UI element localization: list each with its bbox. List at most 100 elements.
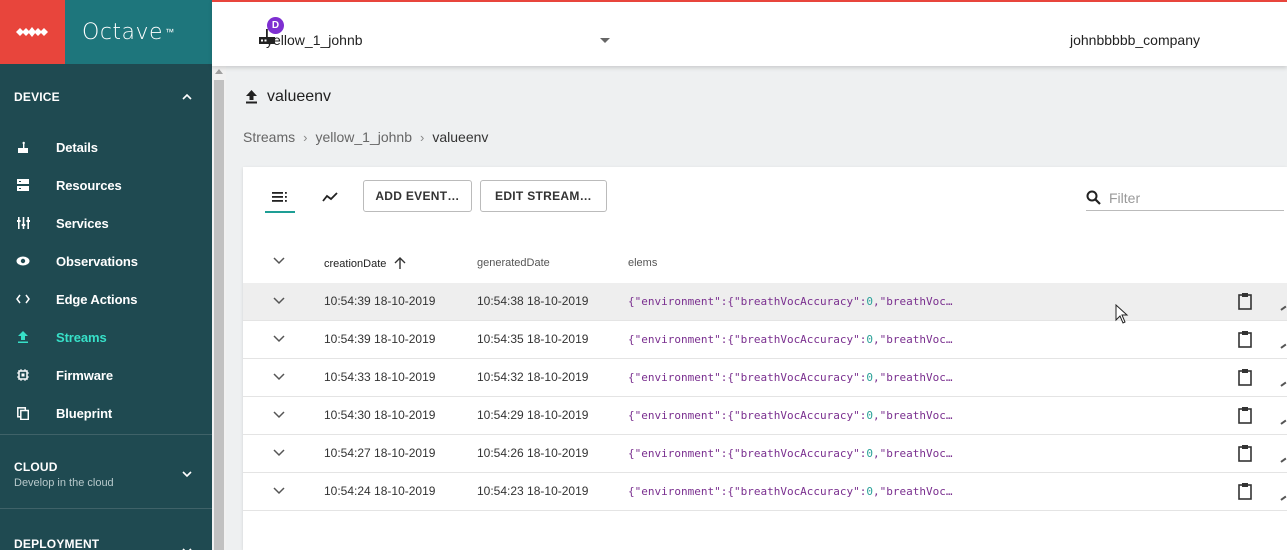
clipboard-icon[interactable]	[1238, 292, 1252, 310]
section-deployment[interactable]: DEPLOYMENT	[0, 534, 212, 550]
row-action-edge[interactable]	[1280, 419, 1287, 427]
table-row[interactable]: 10:54:24 18-10-2019 10:54:23 18-10-2019 {"…	[243, 473, 1287, 511]
elems-json-end: ,"breathVoc…	[873, 295, 953, 308]
section-cloud[interactable]: CLOUD Develop in the cloud	[0, 456, 212, 492]
cell-creation-date: 10:54:24 18-10-2019	[324, 484, 436, 498]
filter-field[interactable]	[1086, 185, 1284, 211]
row-action-edge[interactable]	[1280, 381, 1287, 389]
topbar: D yellow_1_johnb johnbbbbb_company	[212, 0, 1287, 66]
breadcrumb-streams[interactable]: Streams	[243, 129, 295, 145]
cell-creation-date: 10:54:39 18-10-2019	[324, 332, 436, 346]
row-action-edge[interactable]	[1280, 343, 1287, 351]
sidebar-item-label: Services	[56, 215, 109, 231]
sidebar-item-resources[interactable]: Resources	[0, 166, 212, 204]
sidebar-item-firmware[interactable]: Firmware	[0, 356, 212, 394]
expand-all-chevron-icon[interactable]	[273, 257, 285, 265]
logo-bar: Octave ™	[0, 0, 212, 64]
chevron-right-icon: ›	[420, 129, 425, 145]
tune-icon	[16, 216, 30, 230]
company-name[interactable]: johnbbbbb_company	[1070, 32, 1200, 48]
mouse-cursor-icon	[1115, 304, 1129, 324]
app-logo-text: Octave	[82, 19, 164, 45]
chip-icon	[16, 368, 30, 382]
device-name[interactable]: yellow_1_johnb	[266, 32, 363, 48]
column-header-creation-date[interactable]: creationDate	[324, 257, 406, 270]
table-row[interactable]: 10:54:39 18-10-2019 10:54:35 18-10-2019 {"…	[243, 321, 1287, 359]
page-title: valueenv	[267, 88, 332, 105]
add-event-button[interactable]: ADD EVENT…	[363, 180, 472, 212]
elems-json-start: {"environment":{"breathVocAccuracy":	[628, 409, 867, 422]
sidebar-item-blueprint[interactable]: Blueprint	[0, 394, 212, 432]
sidebar-scrollbar[interactable]	[212, 66, 226, 550]
column-header-label: creationDate	[324, 258, 387, 270]
line-chart-icon	[322, 192, 338, 202]
clipboard-icon[interactable]	[1238, 406, 1252, 424]
sidebar-item-streams[interactable]: Streams	[0, 318, 212, 356]
cell-elems: {"environment":{"breathVocAccuracy":0,"b…	[628, 333, 953, 346]
chevron-down-icon	[182, 471, 192, 478]
breadcrumb: Streams › yellow_1_johnb › valueenv	[243, 129, 488, 145]
sort-ascending-icon	[394, 257, 406, 269]
table-row[interactable]: 10:54:39 18-10-2019 10:54:38 18-10-2019 {"…	[243, 283, 1287, 321]
chevron-right-icon: ›	[303, 129, 308, 145]
sidebar-item-label: Streams	[56, 329, 107, 345]
row-action-edge[interactable]	[1280, 495, 1287, 503]
cell-elems: {"environment":{"breathVocAccuracy":0,"b…	[628, 485, 953, 498]
copy-icon	[16, 406, 30, 420]
chart-view-button[interactable]	[317, 183, 343, 211]
table-row[interactable]: 10:54:33 18-10-2019 10:54:32 18-10-2019 {"…	[243, 359, 1287, 397]
dropdown-arrow-icon[interactable]	[600, 38, 610, 43]
sidebar-item-services[interactable]: Services	[0, 204, 212, 242]
table-row[interactable]: 10:54:27 18-10-2019 10:54:26 18-10-2019 {"…	[243, 435, 1287, 473]
upload-icon	[246, 90, 257, 104]
elems-json-end: ,"breathVoc…	[873, 409, 953, 422]
list-view-button[interactable]	[265, 183, 295, 211]
search-icon	[1086, 190, 1101, 205]
elems-json-start: {"environment":{"breathVocAccuracy":	[628, 447, 867, 460]
column-header-generated-date[interactable]: generatedDate	[477, 257, 550, 269]
clipboard-icon[interactable]	[1238, 444, 1252, 462]
row-action-edge[interactable]	[1280, 457, 1287, 465]
table-header: creationDate generatedDate elems	[243, 243, 1287, 283]
sidebar-divider	[0, 508, 212, 509]
elems-json-start: {"environment":{"breathVocAccuracy":	[628, 371, 867, 384]
column-header-elems[interactable]: elems	[628, 257, 657, 269]
section-device[interactable]: DEVICE	[0, 86, 212, 108]
cell-generated-date: 10:54:32 18-10-2019	[477, 370, 589, 384]
brand-mark-icon[interactable]	[0, 0, 65, 64]
router-icon	[16, 140, 30, 154]
clipboard-icon[interactable]	[1238, 368, 1252, 386]
table-row[interactable]: 10:54:30 18-10-2019 10:54:29 18-10-2019 {"…	[243, 397, 1287, 435]
code-icon	[16, 292, 30, 306]
elems-json-end: ,"breathVoc…	[873, 485, 953, 498]
cell-generated-date: 10:54:38 18-10-2019	[477, 294, 589, 308]
clipboard-icon[interactable]	[1238, 330, 1252, 348]
clipboard-icon[interactable]	[1238, 482, 1252, 500]
expand-row-chevron-icon[interactable]	[273, 335, 285, 343]
elems-json-start: {"environment":{"breathVocAccuracy":	[628, 295, 867, 308]
expand-row-chevron-icon[interactable]	[273, 487, 285, 495]
sidebar-item-details[interactable]: Details	[0, 128, 212, 166]
sidebar-item-edge-actions[interactable]: Edge Actions	[0, 280, 212, 318]
events-card: ADD EVENT… EDIT STREAM… creationDate gen…	[243, 167, 1287, 550]
expand-row-chevron-icon[interactable]	[273, 297, 285, 305]
cell-elems: {"environment":{"breathVocAccuracy":0,"b…	[628, 295, 953, 308]
cell-creation-date: 10:54:33 18-10-2019	[324, 370, 436, 384]
expand-row-chevron-icon[interactable]	[273, 373, 285, 381]
sidebar-item-observations[interactable]: Observations	[0, 242, 212, 280]
section-cloud-subtitle: Develop in the cloud	[14, 476, 114, 489]
row-action-edge[interactable]	[1280, 305, 1287, 313]
cell-elems: {"environment":{"breathVocAccuracy":0,"b…	[628, 371, 953, 384]
section-cloud-text: CLOUD Develop in the cloud	[14, 460, 114, 489]
app-logo[interactable]: Octave ™	[65, 0, 212, 64]
scroll-up-arrow-icon[interactable]	[215, 69, 223, 74]
filter-input[interactable]	[1109, 189, 1269, 206]
trademark: ™	[165, 27, 175, 37]
scrollbar-thumb[interactable]	[214, 80, 224, 550]
section-cloud-title: CLOUD	[14, 459, 58, 474]
expand-row-chevron-icon[interactable]	[273, 449, 285, 457]
edit-stream-button[interactable]: EDIT STREAM…	[480, 180, 607, 212]
expand-row-chevron-icon[interactable]	[273, 411, 285, 419]
breadcrumb-device[interactable]: yellow_1_johnb	[315, 129, 412, 145]
storage-icon	[16, 178, 30, 192]
